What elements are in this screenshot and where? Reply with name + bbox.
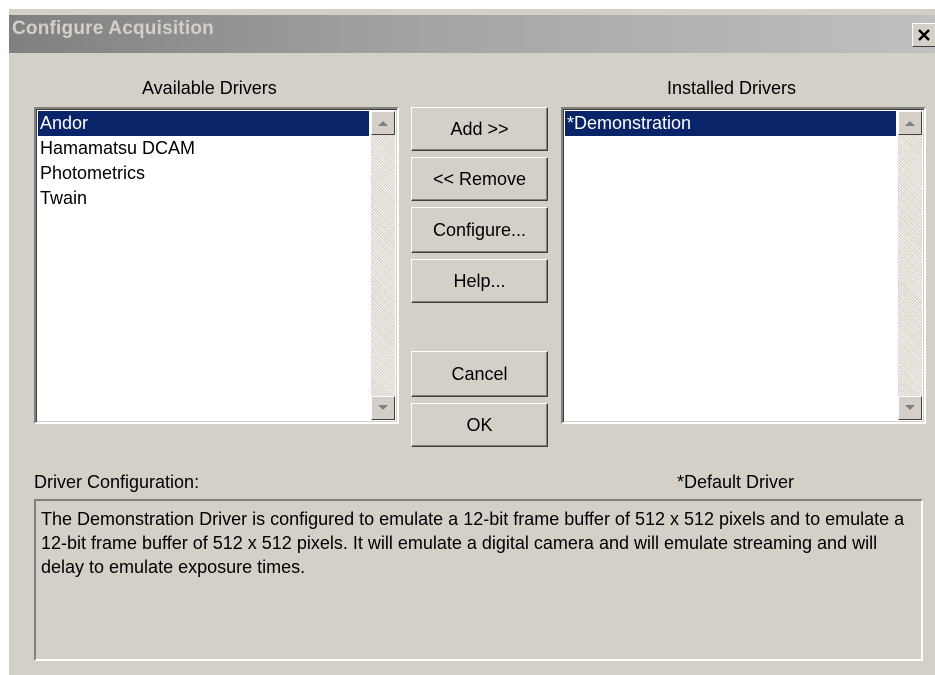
- list-item[interactable]: *Demonstration: [565, 111, 896, 136]
- close-icon: [918, 29, 930, 41]
- close-button[interactable]: [912, 23, 935, 47]
- driver-configuration-label: Driver Configuration:: [34, 472, 200, 492]
- scroll-up-button[interactable]: [898, 111, 922, 135]
- available-drivers-items: Andor Hamamatsu DCAM Photometrics Twain: [38, 111, 369, 211]
- list-item[interactable]: Twain: [38, 186, 369, 211]
- scroll-down-button[interactable]: [898, 396, 922, 420]
- list-item[interactable]: Hamamatsu DCAM: [38, 136, 369, 161]
- list-item[interactable]: Photometrics: [38, 161, 369, 186]
- driver-configuration-box: The Demonstration Driver is configured t…: [34, 499, 923, 661]
- help-button[interactable]: Help...: [411, 259, 548, 303]
- installed-drivers-list[interactable]: *Demonstration: [561, 107, 926, 424]
- cancel-button[interactable]: Cancel: [411, 351, 548, 397]
- title-bar[interactable]: Configure Acquisition: [9, 15, 935, 53]
- available-drivers-scrollbar[interactable]: [371, 111, 395, 420]
- list-item[interactable]: Andor: [38, 111, 369, 136]
- available-drivers-list[interactable]: Andor Hamamatsu DCAM Photometrics Twain: [34, 107, 399, 424]
- default-driver-note: *Default Driver: [677, 472, 795, 492]
- configure-button[interactable]: Configure...: [411, 207, 548, 253]
- driver-configuration-text: The Demonstration Driver is configured t…: [41, 509, 905, 577]
- arrow-down-icon: [905, 405, 915, 410]
- installed-drivers-scrollbar[interactable]: [898, 111, 922, 420]
- arrow-up-icon: [905, 121, 915, 126]
- scroll-down-button[interactable]: [371, 396, 395, 420]
- arrow-up-icon: [378, 121, 388, 126]
- available-drivers-label: Available Drivers: [142, 78, 277, 98]
- arrow-down-icon: [378, 405, 388, 410]
- scroll-up-button[interactable]: [371, 111, 395, 135]
- installed-drivers-items: *Demonstration: [565, 111, 896, 136]
- window-title: Configure Acquisition: [12, 18, 214, 39]
- installed-drivers-label: Installed Drivers: [667, 78, 797, 98]
- ok-button[interactable]: OK: [411, 403, 548, 447]
- add-button[interactable]: Add >>: [411, 107, 548, 151]
- configure-acquisition-dialog: Configure Acquisition Available Drivers …: [8, 8, 935, 675]
- remove-button[interactable]: << Remove: [411, 157, 548, 201]
